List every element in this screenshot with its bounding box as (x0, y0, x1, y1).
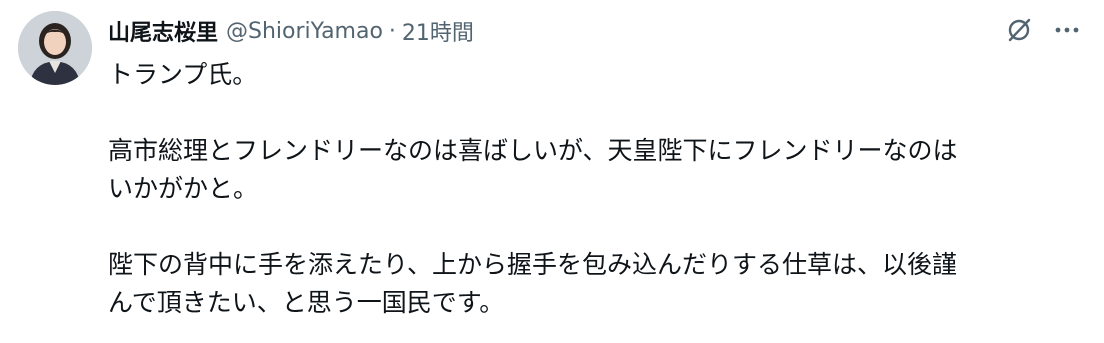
avatar-image (18, 11, 92, 85)
tweet-body: トランプ氏。 高市総理とフレンドリーなのは喜ばしいが、天皇陛下にフレンドリーなの… (108, 56, 1088, 322)
avatar[interactable] (18, 11, 92, 85)
tweet-header: 山尾志桜里 @ShioriYamao · 21時間 (108, 14, 474, 48)
tweet-text-line: トランプ氏。 (108, 60, 258, 89)
timestamp[interactable]: 21時間 (402, 15, 474, 47)
tweet-text-line: 高市総理とフレンドリーなのは喜ばしいが、天皇陛下にフレンドリーなのは (108, 136, 958, 165)
tweet-text-line: 陛下の背中に手を添えたり、上から握手を包み込んだりする仕草は、以後謹 (108, 250, 958, 279)
tweet-text-line: いかがかと。 (108, 174, 259, 203)
header-actions (1004, 14, 1082, 46)
tweet-text-line: んで頂きたい、と思う一国民です。 (108, 288, 505, 317)
paragraph-break (108, 94, 1088, 132)
tweet-card[interactable]: 山尾志桜里 @ShioriYamao · 21時間 トランプ氏。 高市総理とフレ… (0, 0, 1104, 343)
grok-slash-icon[interactable] (1004, 15, 1034, 45)
user-handle[interactable]: @ShioriYamao (226, 19, 383, 44)
display-name[interactable]: 山尾志桜里 (108, 15, 218, 47)
paragraph-break (108, 208, 1088, 246)
more-options-icon[interactable] (1052, 15, 1082, 45)
separator-dot: · (388, 18, 396, 44)
